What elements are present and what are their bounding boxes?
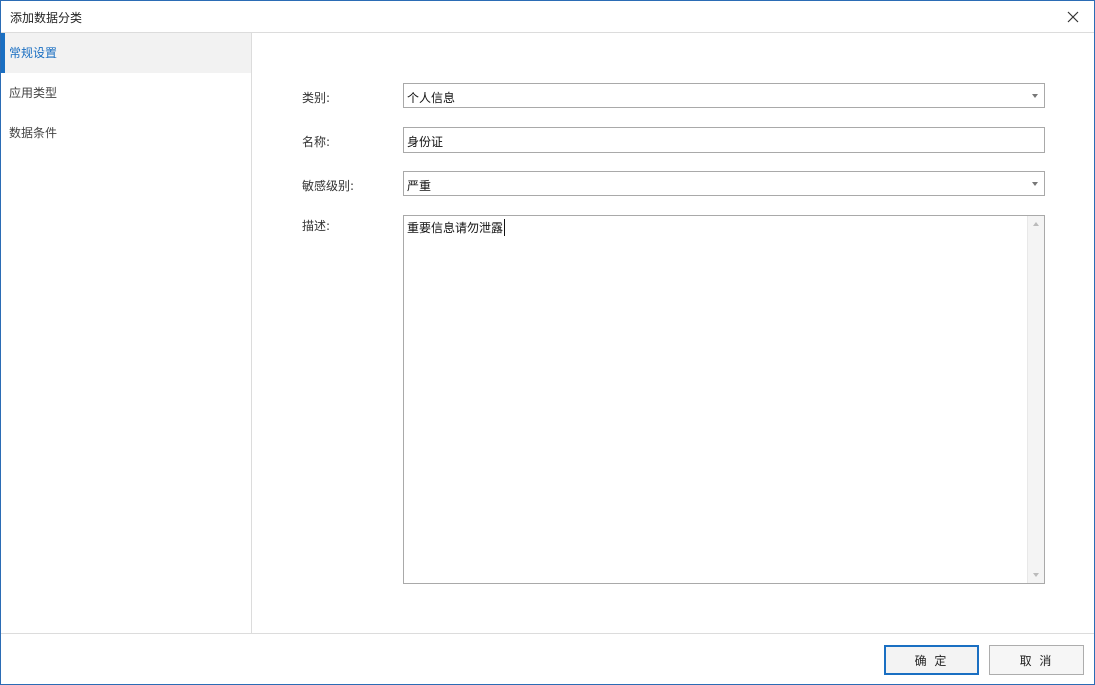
- sidebar-item-label: 常规设置: [9, 46, 58, 60]
- arrow-up-icon: [1033, 222, 1039, 226]
- sidebar: 常规设置 应用类型 数据条件: [1, 33, 252, 633]
- chevron-down-icon: [1032, 182, 1038, 186]
- sidebar-item-label: 应用类型: [9, 86, 58, 100]
- dialog-footer: 确 定 取 消: [1, 633, 1094, 684]
- dialog-window: 添加数据分类 常规设置 应用类型 数据条件 类别: 个人信息 名称: 身份证 敏…: [0, 0, 1095, 685]
- sidebar-item-general-settings[interactable]: 常规设置: [1, 33, 251, 73]
- close-button[interactable]: [1064, 8, 1082, 26]
- scroll-down-arrow[interactable]: [1028, 567, 1044, 583]
- sidebar-item-app-type[interactable]: 应用类型: [1, 73, 251, 113]
- category-label: 类别:: [302, 91, 331, 105]
- close-icon: [1067, 11, 1079, 23]
- arrow-down-icon: [1033, 573, 1039, 577]
- chevron-down-icon: [1032, 94, 1038, 98]
- sensitivity-select[interactable]: 严重: [403, 171, 1045, 196]
- description-value: 重要信息请勿泄露: [407, 219, 506, 236]
- name-label: 名称:: [302, 135, 331, 149]
- sensitivity-value: 严重: [407, 179, 432, 193]
- sidebar-item-label: 数据条件: [9, 126, 58, 140]
- sidebar-item-data-conditions[interactable]: 数据条件: [1, 113, 251, 153]
- dialog-title: 添加数据分类: [10, 11, 83, 25]
- form-panel: 类别: 个人信息 名称: 身份证 敏感级别: 严重 描述: 重要信息请勿泄露: [253, 33, 1094, 633]
- category-value: 个人信息: [407, 91, 456, 105]
- description-label: 描述:: [302, 219, 331, 233]
- description-scrollbar[interactable]: [1027, 216, 1044, 583]
- title-bar: 添加数据分类: [1, 1, 1094, 33]
- name-value: 身份证: [407, 135, 444, 149]
- sensitivity-label: 敏感级别:: [302, 179, 355, 193]
- description-textarea[interactable]: 重要信息请勿泄露: [403, 215, 1045, 584]
- name-input[interactable]: 身份证: [403, 127, 1045, 153]
- cancel-button[interactable]: 取 消: [989, 645, 1084, 675]
- scroll-up-arrow[interactable]: [1028, 216, 1044, 232]
- ok-button[interactable]: 确 定: [884, 645, 979, 675]
- category-select[interactable]: 个人信息: [403, 83, 1045, 108]
